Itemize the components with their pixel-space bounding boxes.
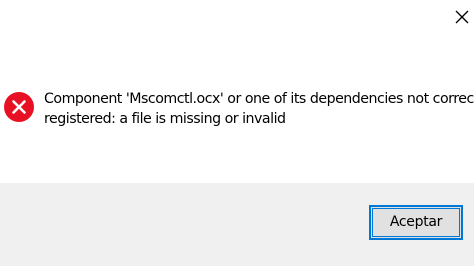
- error-dialog: j Component 'Mscomctl.ocx' or one of its…: [0, 0, 474, 266]
- dialog-footer: Aceptar: [0, 183, 474, 266]
- close-button[interactable]: [440, 2, 474, 30]
- aceptar-button[interactable]: Aceptar: [369, 205, 463, 240]
- close-icon: [455, 10, 469, 24]
- error-message-line-1: Component 'Mscomctl.ocx' or one of its d…: [44, 91, 474, 107]
- error-x-circle-icon: [4, 92, 34, 122]
- error-message: Component 'Mscomctl.ocx' or one of its d…: [44, 89, 474, 129]
- error-message-line-2: registered: a file is missing or invalid: [44, 111, 286, 127]
- window-title: j: [0, 6, 3, 22]
